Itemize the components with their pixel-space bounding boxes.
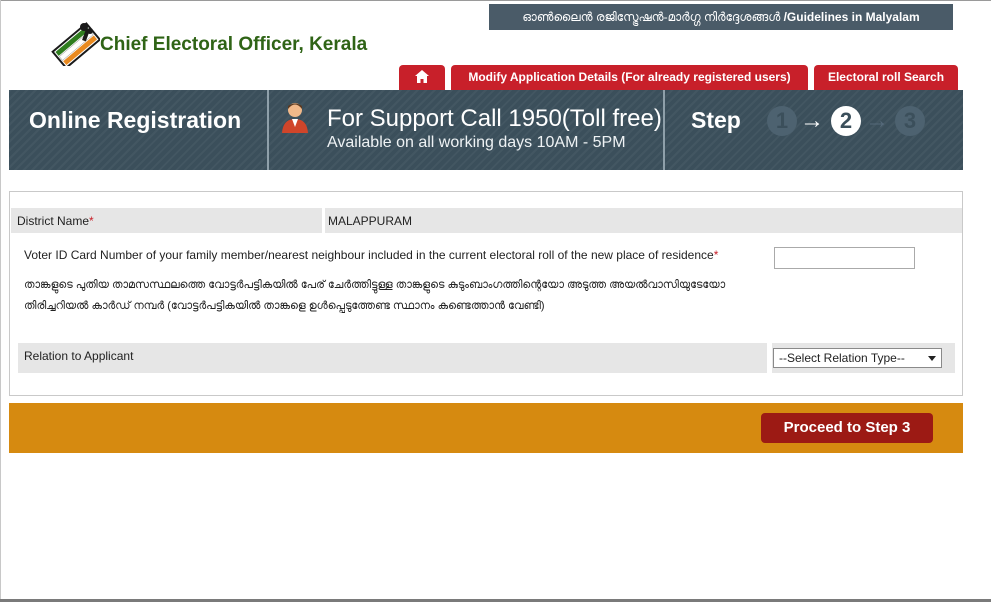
- voter-id-label-text: Voter ID Card Number of your family memb…: [24, 248, 714, 262]
- row-separator: [767, 343, 772, 373]
- tab-electoral-roll-search[interactable]: Electoral roll Search: [814, 65, 958, 90]
- guidelines-malayalam-text: ഓൺലൈൻ രജിസ്ട്രേഷൻ-മാർഗ്ഗ നിർദ്ദേശങ്ങൾ: [522, 10, 781, 24]
- step-arrow-icon: →: [865, 107, 889, 134]
- voter-id-input[interactable]: [774, 247, 915, 269]
- step-3-indicator: 3: [895, 106, 925, 136]
- ballot-logo-icon: [51, 22, 100, 66]
- window-left-border: [0, 0, 1, 602]
- support-call-text: For Support Call 1950(Toll free): [327, 105, 662, 132]
- relation-type-select[interactable]: --Select Relation Type--: [773, 348, 942, 368]
- required-mark: *: [89, 214, 94, 228]
- district-name-label: District Name*: [17, 214, 94, 228]
- row-separator: [322, 208, 325, 233]
- step-label: Step: [691, 107, 741, 133]
- banner-divider: [267, 90, 269, 170]
- guidelines-english-text: /Guidelines in Malyalam: [783, 10, 920, 24]
- step-2-indicator-active: 2: [831, 106, 861, 136]
- banner-divider: [663, 90, 665, 170]
- district-row: [11, 208, 962, 233]
- tab-home[interactable]: [399, 65, 445, 90]
- tab-modify-application[interactable]: Modify Application Details (For already …: [451, 65, 808, 90]
- district-name-text: District Name: [17, 214, 90, 228]
- step-1-indicator: 1: [767, 106, 797, 136]
- home-icon: [415, 70, 429, 83]
- proceed-step-3-button[interactable]: Proceed to Step 3: [761, 413, 933, 443]
- site-title[interactable]: Chief Electoral Officer, Kerala: [100, 34, 367, 56]
- relation-label: Relation to Applicant: [24, 349, 134, 363]
- voter-id-label-malayalam: താങ്കളുടെ പുതിയ താമസസ്ഥലത്തെ വോട്ടർപട്ടി…: [24, 279, 726, 312]
- banner-title: Online Registration: [29, 107, 242, 133]
- window-top-border: [0, 0, 991, 1]
- chevron-down-icon: [928, 356, 936, 361]
- voter-id-label: Voter ID Card Number of your family memb…: [24, 248, 718, 262]
- guidelines-link[interactable]: ഓൺലൈൻ രജിസ്ട്രേഷൻ-മാർഗ്ഗ നിർദ്ദേശങ്ങൾ /G…: [489, 4, 953, 30]
- required-mark: *: [713, 248, 719, 262]
- relation-selected-value: --Select Relation Type--: [779, 351, 905, 365]
- support-person-icon: [282, 103, 308, 133]
- step-arrow-icon: →: [800, 107, 824, 134]
- support-availability-text: Available on all working days 10AM - 5PM: [327, 134, 626, 151]
- district-name-value: MALAPPURAM: [328, 214, 413, 228]
- registration-banner: Online Registration For Support Call 195…: [9, 90, 963, 170]
